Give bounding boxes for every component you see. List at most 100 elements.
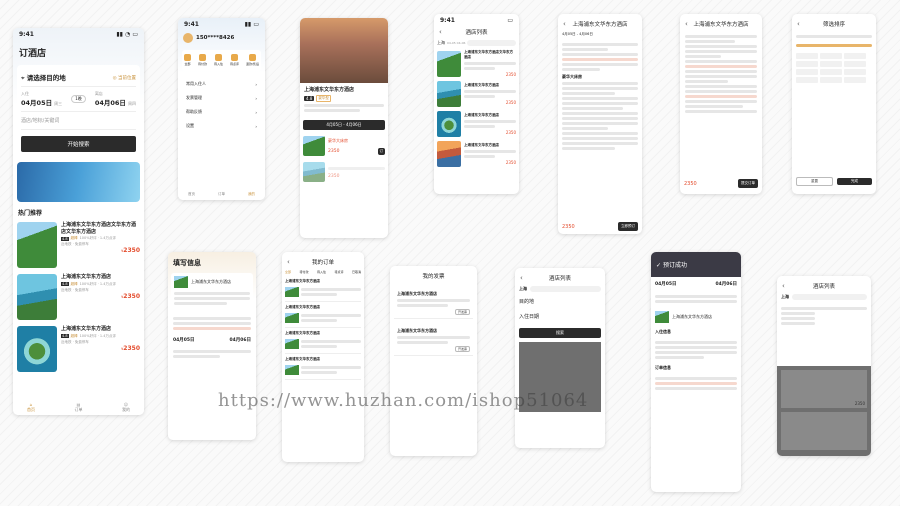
text-line — [328, 167, 385, 170]
filter-chip[interactable] — [844, 53, 866, 59]
order-card[interactable]: 上海浦东文华东方酒店 — [285, 357, 361, 380]
shortcut-review[interactable]: 待点评 — [230, 54, 239, 67]
hotel-list-item[interactable]: 上海浦东文华东方酒店 2350 — [434, 109, 519, 139]
back-icon[interactable]: ‹ — [563, 20, 566, 28]
date-range[interactable]: 4月05日 - 4月06日 — [558, 30, 642, 39]
order-tab[interactable]: 已取消 — [352, 270, 361, 274]
filter-chip[interactable] — [796, 69, 818, 75]
filter-chip[interactable] — [844, 77, 866, 83]
price-slider[interactable] — [796, 44, 872, 47]
reviews: 100%好评 · 1.4万点评 — [79, 281, 116, 286]
phone-hotel-list: 9:41 ▭ ‹ 酒店列表 上海 04-05 04-06 上海浦东文华东方酒店文华东方… — [434, 14, 519, 194]
promo-banner[interactable] — [17, 162, 140, 202]
search-input[interactable] — [467, 40, 516, 46]
tab-orders-2[interactable]: 订单 — [218, 192, 225, 197]
tab-orders[interactable]: ▤ 订单 — [75, 402, 83, 413]
hotel-card[interactable]: 上海浦东文华东方酒店 4.8 超棒 100%好评 · 1.4万点评 近地铁 · 免费… — [13, 323, 144, 375]
room-item[interactable]: 2350 — [300, 159, 388, 185]
order-card[interactable]: 上海浦东文华东方酒店 — [285, 279, 361, 302]
checkin-block[interactable]: 入住 04月05日 周三 — [21, 91, 62, 107]
hotel-name: 上海浦东文华东方酒店 — [464, 143, 499, 147]
checkin-date: 04月05日 — [655, 282, 677, 287]
city-row[interactable]: 上海 — [515, 284, 605, 294]
invoice-card[interactable]: 上海浦东文华东方酒店 开发票 — [394, 325, 473, 356]
hotel-name: 上海浦东文华东方酒店 — [191, 279, 231, 284]
tab-mine-2[interactable]: 我的 — [248, 192, 255, 197]
shortcut-unpaid[interactable]: 待付款 — [198, 54, 207, 67]
hotel-card[interactable]: 上海浦东文华东方酒店文华东方酒店文华东方酒店 4.8 超棒 100%好评 · 1.4… — [13, 219, 144, 271]
order-tab[interactable]: 全部 — [285, 270, 291, 274]
filter-chip[interactable] — [820, 61, 842, 67]
order-card[interactable]: 上海浦东文华东方酒店 — [285, 305, 361, 328]
page-title: 订酒店 — [19, 49, 47, 59]
filter-chip[interactable] — [820, 69, 842, 75]
order-card[interactable]: 上海浦东文华东方酒店 — [285, 331, 361, 354]
order-shortcuts: 全部 待付款 待入住 待点评 退款/售后 — [182, 50, 261, 71]
filter-chip[interactable] — [796, 61, 818, 67]
score-label: 超棒 — [70, 236, 78, 240]
tab-home-2[interactable]: 首页 — [188, 192, 195, 197]
book-now-button[interactable]: 立即预订 — [618, 222, 638, 231]
order-tab[interactable]: 待付款 — [299, 270, 308, 274]
all-orders-icon — [184, 54, 191, 61]
filter-chip[interactable] — [844, 61, 866, 67]
menu-guests[interactable]: 常用入住人 › — [186, 77, 257, 91]
back-icon[interactable]: ‹ — [685, 20, 688, 28]
shortcut-checkin[interactable]: 待入住 — [214, 54, 223, 67]
tab-mine[interactable]: ☺ 我的 — [122, 402, 130, 413]
back-icon[interactable]: ‹ — [439, 28, 442, 36]
shortcut-unpaid-label: 待付款 — [197, 62, 207, 66]
order-hotel-name: 上海浦东文华东方酒店 — [285, 331, 320, 335]
submit-order-button[interactable]: 提交订单 — [738, 179, 758, 188]
destination-row[interactable]: ⌖ 请选择目的地 ◎ 当前位置 — [21, 69, 136, 87]
hotel-list-item[interactable]: 上海浦东文华东方酒店 2350 — [434, 139, 519, 169]
keyword-input[interactable]: 酒店/地标/关键词 — [21, 112, 136, 130]
filter-chip[interactable] — [820, 53, 842, 59]
page-title: 酒店列表 — [548, 276, 571, 282]
hotel-list-item[interactable]: 上海浦东文华东方酒店文华东方酒店 2350 — [434, 48, 519, 79]
search-button[interactable]: 搜索 — [519, 328, 601, 338]
room-item[interactable]: 豪华大床房 2350 订 — [300, 133, 388, 159]
filter-chip[interactable] — [820, 77, 842, 83]
my-location-button[interactable]: ◎ 当前位置 — [113, 75, 136, 81]
hotel-card: 上海浦东文华东方酒店 — [171, 273, 253, 310]
reset-button[interactable]: 重置 — [796, 177, 833, 186]
tab-home[interactable]: ⌂ 首页 — [27, 402, 35, 413]
phone-order-form: ‹ 上海浦东文华东方酒店 2350 提交订单 — [680, 14, 762, 194]
hotel-list-item[interactable]: 上海浦东文华东方酒店 2350 — [434, 79, 519, 109]
price: 2350 — [505, 72, 516, 77]
filter-chip[interactable] — [796, 77, 818, 83]
tab-home-label: 首页 — [27, 407, 35, 412]
menu-settings[interactable]: 设置 › — [186, 119, 257, 133]
confirm-button[interactable]: 完成 — [837, 178, 872, 185]
search-input[interactable] — [792, 294, 867, 300]
profile-header[interactable]: 150****8426 — [178, 30, 265, 46]
order-tab[interactable]: 待点评 — [334, 270, 343, 274]
shortcut-refund[interactable]: 退款/售后 — [246, 54, 259, 67]
page-title: 上海浦东文华东方酒店 — [572, 22, 628, 28]
avatar — [183, 33, 193, 43]
invoice-button[interactable]: 开发票 — [454, 346, 470, 352]
back-icon[interactable]: ‹ — [797, 20, 800, 28]
order-tab[interactable]: 待入住 — [317, 270, 326, 274]
menu-invoice[interactable]: 发票管理 › — [186, 91, 257, 105]
checkout-block[interactable]: 离店 04月06日 周四 — [95, 91, 136, 107]
date-row[interactable]: 入住 04月05日 周三 1晚 离店 04月06日 周四 — [21, 87, 136, 112]
invoice-card[interactable]: 上海浦东文华东方酒店 开发票 — [394, 288, 473, 319]
hotel-card[interactable]: 上海浦东文华东方酒店 4.8 超棒 100%好评 · 1.4万点评 近地铁 · 免费… — [13, 271, 144, 323]
filter-chip[interactable] — [796, 53, 818, 59]
phone-search: ‹ 酒店列表 上海 目的地 入住日期 搜索 — [515, 268, 605, 448]
back-icon[interactable]: ‹ — [287, 258, 290, 266]
menu-help[interactable]: 帮助反馈 › — [186, 105, 257, 119]
invoice-button[interactable]: 开发票 — [454, 309, 470, 315]
search-button[interactable]: 开始搜索 — [21, 136, 136, 152]
back-icon[interactable]: ‹ — [520, 274, 523, 282]
search-input[interactable] — [530, 286, 601, 292]
back-icon[interactable]: ‹ — [782, 282, 785, 290]
date-row[interactable]: 04月05日 04月06日 — [168, 334, 256, 346]
date-selector[interactable]: 4月05日 - 4月06日 — [303, 120, 385, 130]
book-button[interactable]: 订 — [377, 147, 385, 155]
shortcut-all[interactable]: 全部 — [184, 54, 191, 67]
search-bar[interactable]: 上海 04-05 04-06 — [437, 40, 516, 46]
filter-chip[interactable] — [844, 69, 866, 75]
